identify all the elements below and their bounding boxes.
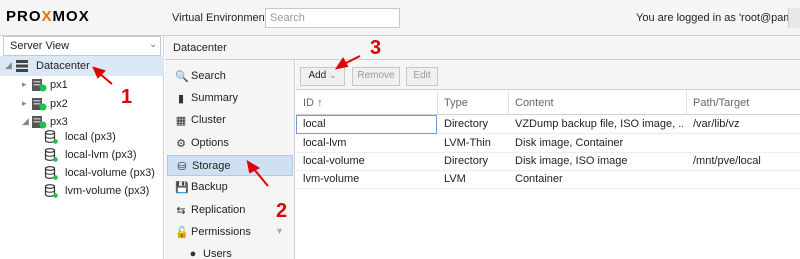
annotation-arrow-3 bbox=[343, 55, 361, 65]
annotation-number-1: 1 bbox=[121, 86, 133, 108]
annotation-arrow-2 bbox=[252, 167, 269, 187]
annotation-arrowhead-3 bbox=[334, 57, 349, 70]
annotation-arrows bbox=[92, 55, 361, 187]
annotation-arrow-1 bbox=[99, 73, 113, 85]
annotation-arrowhead-2 bbox=[246, 159, 261, 174]
annotation-number-3: 3 bbox=[370, 37, 382, 59]
annotation-number-2: 2 bbox=[276, 200, 288, 222]
